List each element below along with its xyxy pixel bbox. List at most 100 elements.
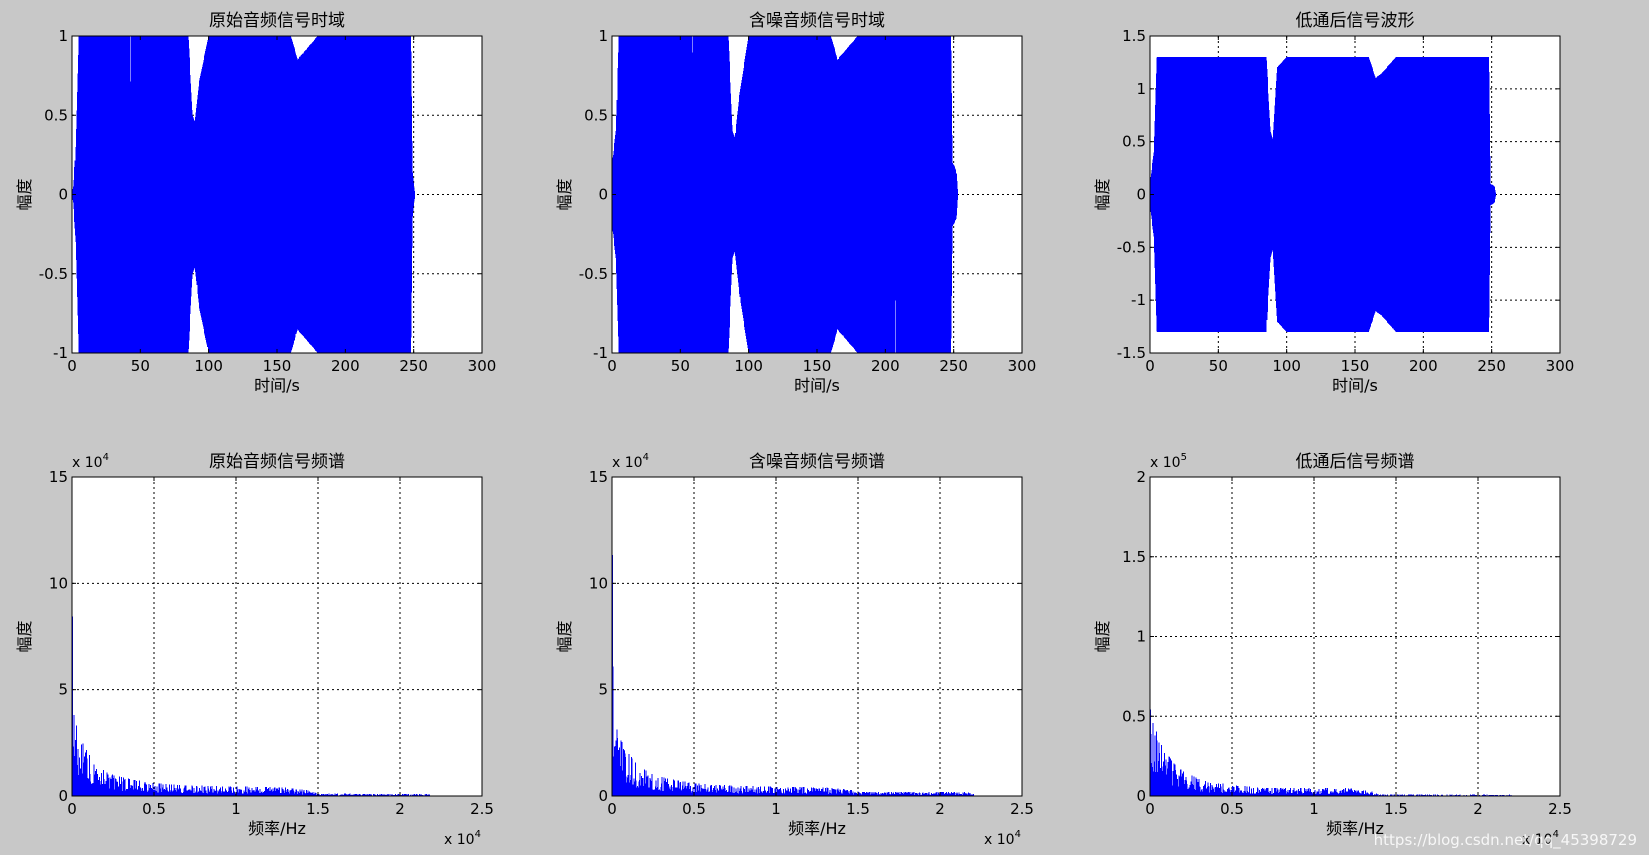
x-tick-label: 250	[1477, 357, 1506, 375]
y-tick-label: 2	[1136, 468, 1146, 486]
x-tick-label: 2	[1473, 800, 1483, 818]
y-tick-label: -0.5	[39, 265, 68, 283]
y-tick-label: 0.5	[584, 106, 608, 124]
x-tick-label: 0	[607, 800, 617, 818]
x-tick-label: 50	[1209, 357, 1228, 375]
x-axis-label: 时间/s	[1332, 376, 1378, 395]
chart-title: 含噪音频信号频谱	[749, 452, 885, 472]
x-tick-label: 0.5	[142, 800, 166, 818]
y-tick-label: 1	[58, 27, 68, 45]
chart-title: 低通后信号频谱	[1296, 452, 1415, 472]
x-tick-label: 100	[194, 357, 223, 375]
y-axis-label: 幅度	[555, 620, 574, 652]
subplot-orig-time: 0 50 100 150 200 250 300 -1 -0.5 0 0.5 1 原始音频信号时域时间/…	[15, 11, 496, 395]
x-tick-label: 250	[939, 357, 968, 375]
x-tick-label: 1.5	[846, 800, 870, 818]
x-tick-label: 1	[771, 800, 781, 818]
subplot-lowpass-time: 0 50 100 150 200 250 300 -1.5 -1 -0.5 0 0.5 1 1.5 低通后信…	[1093, 11, 1574, 395]
y-axis-label: 幅度	[1093, 178, 1112, 210]
x-tick-label: 0	[607, 357, 617, 375]
x-tick-label: 0	[1145, 357, 1155, 375]
y-axis-label: 幅度	[15, 620, 34, 652]
x-axis-label: 时间/s	[794, 376, 840, 395]
x-tick-label: 2	[395, 800, 405, 818]
x-tick-label: 0	[67, 800, 77, 818]
y-tick-label: 0.5	[1122, 707, 1146, 725]
y-tick-label: 15	[49, 468, 68, 486]
x-tick-label: 2.5	[470, 800, 494, 818]
y-multiplier: x 105	[1150, 452, 1187, 471]
chart-title: 原始音频信号频谱	[209, 452, 345, 472]
plot-area	[612, 477, 1022, 796]
y-tick-label: 0.5	[1122, 133, 1146, 151]
x-tick-label: 2	[935, 800, 945, 818]
x-tick-label: 0	[67, 357, 77, 375]
y-multiplier: x 104	[72, 452, 109, 471]
y-tick-label: 0	[58, 787, 68, 805]
x-tick-label: 0.5	[682, 800, 706, 818]
y-axis-label: 幅度	[1093, 620, 1112, 652]
y-axis-label: 幅度	[15, 178, 34, 210]
y-tick-label: -1	[593, 344, 608, 362]
x-tick-label: 0.5	[1220, 800, 1244, 818]
y-tick-label: 1.5	[1122, 27, 1146, 45]
y-tick-label: 0	[1136, 186, 1146, 204]
plot-area	[72, 477, 482, 796]
x-multiplier: x 104	[444, 829, 481, 848]
y-tick-label: 0	[58, 186, 68, 204]
subplot-noisy-spectrum: 0 0.5 1 1.5 2 2.5 0 5 10 15 含噪音频信号频谱频率/Hz 幅度 x 104 x …	[555, 452, 1034, 848]
x-tick-label: 1.5	[306, 800, 330, 818]
y-tick-label: -0.5	[579, 265, 608, 283]
y-tick-label: 1	[598, 27, 608, 45]
y-tick-label: 10	[49, 574, 68, 592]
y-axis-label: 幅度	[555, 178, 574, 210]
y-tick-label: 1	[1136, 80, 1146, 98]
subplot-noisy-time: 0 50 100 150 200 250 300 -1 -0.5 0 0.5 1 含噪音频信号时域时间/…	[555, 11, 1036, 395]
y-tick-label: 5	[598, 681, 608, 699]
subplot-lowpass-spectrum: 0 0.5 1 1.5 2 2.500.511.52低通后信号频谱频率/Hz幅度x 105…	[1093, 452, 1572, 848]
y-tick-label: 5	[58, 681, 68, 699]
x-tick-label: 1	[231, 800, 241, 818]
x-tick-label: 50	[131, 357, 150, 375]
y-tick-label: 0	[598, 186, 608, 204]
x-tick-label: 200	[331, 357, 360, 375]
x-tick-label: 150	[1341, 357, 1370, 375]
x-tick-label: 1	[1309, 800, 1319, 818]
watermark: https://blog.csdn.net/qq_45398729	[1373, 831, 1637, 849]
y-tick-label: 0	[598, 787, 608, 805]
x-tick-label: 300	[1546, 357, 1575, 375]
x-tick-label: 2.5	[1548, 800, 1572, 818]
x-tick-label: 200	[1409, 357, 1438, 375]
y-tick-label: 0	[1136, 787, 1146, 805]
y-tick-label: 1	[1136, 628, 1146, 646]
y-tick-label: 10	[589, 574, 608, 592]
x-tick-label: 100	[734, 357, 763, 375]
subplot-orig-spectrum: 0 0.5 1 1.5 2 2.5 0 5 10 15 原始音频信号频谱频率/Hz 幅度 x 104 x …	[15, 452, 494, 848]
y-tick-label: -1.5	[1117, 344, 1146, 362]
x-tick-label: 200	[871, 357, 900, 375]
x-tick-label: 150	[803, 357, 832, 375]
x-tick-label: 50	[671, 357, 690, 375]
x-axis-label: 时间/s	[254, 376, 300, 395]
x-tick-label: 100	[1272, 357, 1301, 375]
y-tick-label: -0.5	[1117, 238, 1146, 256]
figure: 0 50 100 150 200 250 300-1-0.500.51原始音频信号时域时间/…	[15, 11, 1574, 848]
x-tick-label: 300	[1008, 357, 1037, 375]
chart-title: 含噪音频信号时域	[749, 11, 885, 31]
y-tick-label: 1.5	[1122, 548, 1146, 566]
y-tick-label: 0.5	[44, 106, 68, 124]
x-tick-label: 1.5	[1384, 800, 1408, 818]
x-multiplier: x 104	[984, 829, 1021, 848]
x-tick-label: 0	[1145, 800, 1155, 818]
x-axis-label: 频率/Hz	[788, 819, 846, 838]
x-axis-label: 频率/Hz	[248, 819, 306, 838]
y-multiplier: x 104	[612, 452, 649, 471]
y-tick-label: -1	[1131, 291, 1146, 309]
x-tick-label: 150	[263, 357, 292, 375]
x-tick-label: 250	[399, 357, 428, 375]
chart-title: 低通后信号波形	[1296, 11, 1415, 31]
y-tick-label: 15	[589, 468, 608, 486]
chart-title: 原始音频信号时域	[209, 11, 345, 31]
x-tick-label: 300	[468, 357, 497, 375]
y-tick-label: -1	[53, 344, 68, 362]
